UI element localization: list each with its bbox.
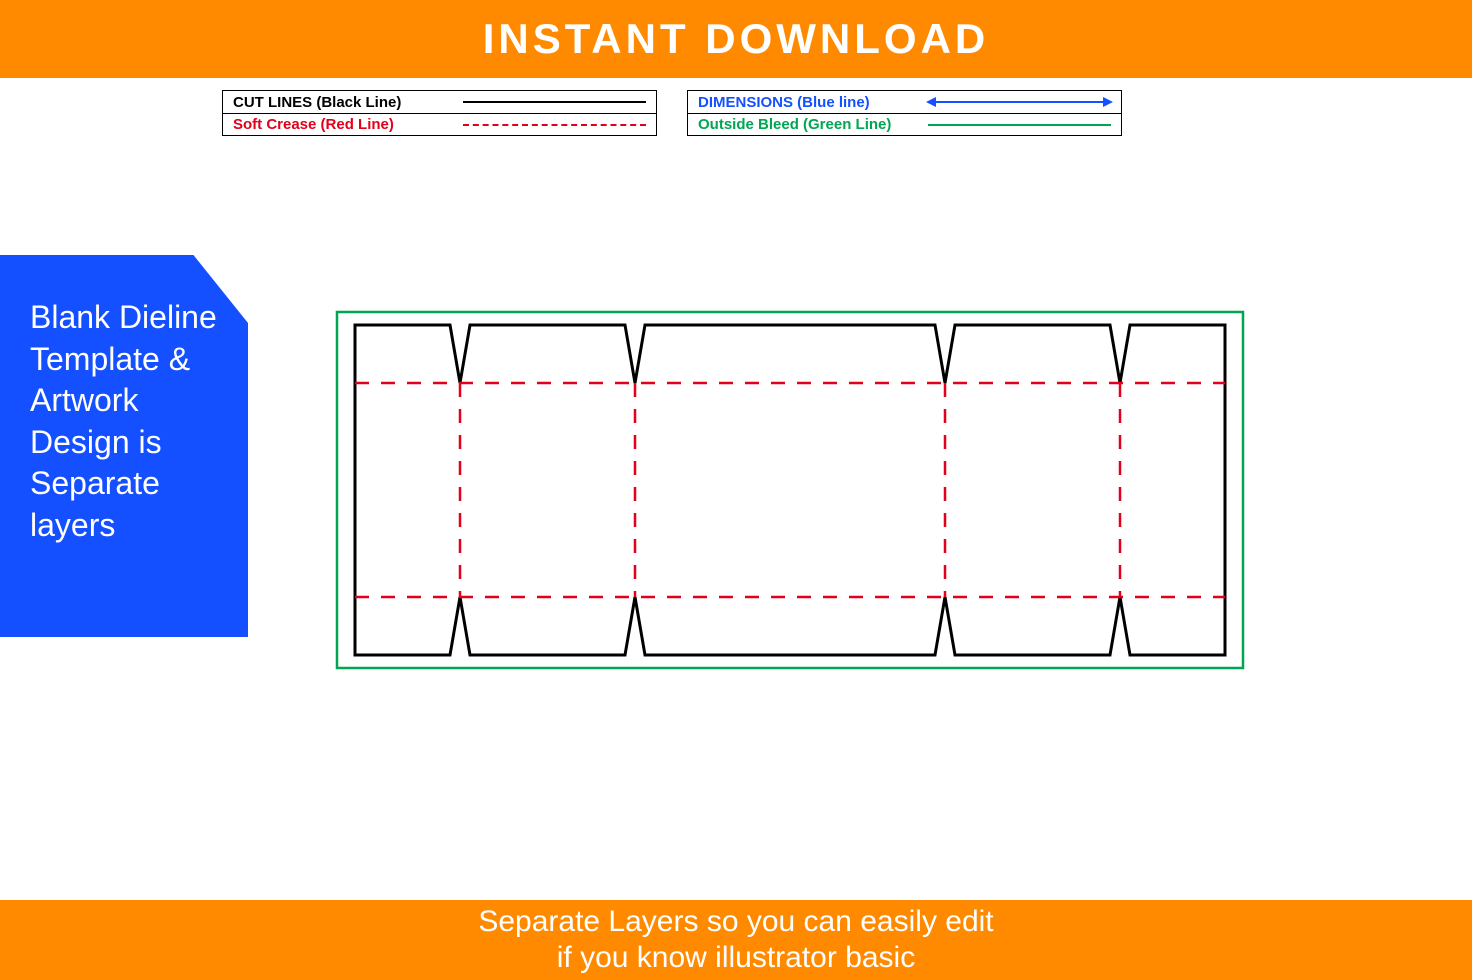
bleed-line-sample-icon bbox=[928, 124, 1111, 126]
cut-line-sample-icon bbox=[463, 101, 646, 103]
top-banner: INSTANT DOWNLOAD bbox=[0, 0, 1472, 78]
dimension-arrow-sample-icon bbox=[928, 101, 1111, 103]
legend-box-left: CUT LINES (Black Line) Soft Crease (Red … bbox=[222, 90, 657, 136]
legend-row-bleed: Outside Bleed (Green Line) bbox=[688, 113, 1121, 135]
top-banner-text: INSTANT DOWNLOAD bbox=[483, 15, 990, 63]
legend-box-right: DIMENSIONS (Blue line) Outside Bleed (Gr… bbox=[687, 90, 1122, 136]
legend-label-dimensions: DIMENSIONS (Blue line) bbox=[698, 94, 928, 111]
legend-label-bleed: Outside Bleed (Green Line) bbox=[698, 116, 928, 133]
legend-label-cut: CUT LINES (Black Line) bbox=[233, 94, 463, 111]
side-panel-text: Blank Dieline Template & Artwork Design … bbox=[30, 299, 217, 543]
dieline-diagram bbox=[335, 310, 1245, 670]
legend-row-crease: Soft Crease (Red Line) bbox=[223, 113, 656, 135]
legend: CUT LINES (Black Line) Soft Crease (Red … bbox=[222, 90, 1122, 136]
legend-row-cut: CUT LINES (Black Line) bbox=[223, 91, 656, 113]
bottom-banner-line1: Separate Layers so you can easily edit bbox=[478, 904, 993, 940]
side-panel: Blank Dieline Template & Artwork Design … bbox=[0, 255, 248, 637]
crease-line-sample-icon bbox=[463, 124, 646, 126]
legend-label-crease: Soft Crease (Red Line) bbox=[233, 116, 463, 133]
bottom-banner-line2: if you know illustrator basic bbox=[557, 940, 915, 976]
bottom-banner: Separate Layers so you can easily edit i… bbox=[0, 900, 1472, 980]
legend-row-dimensions: DIMENSIONS (Blue line) bbox=[688, 91, 1121, 113]
